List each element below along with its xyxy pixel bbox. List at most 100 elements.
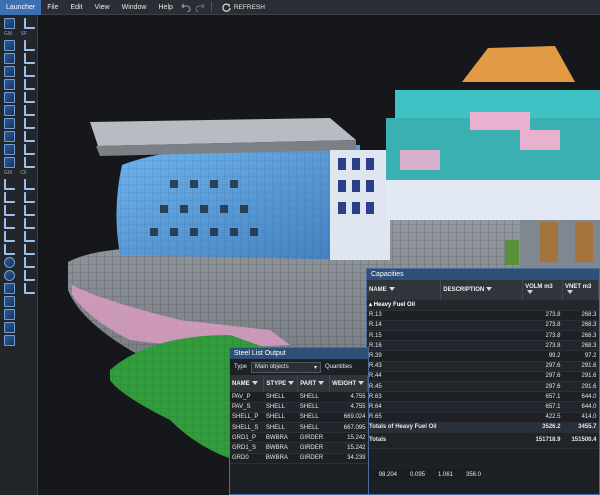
table-row[interactable]: R.39 99.2 97.2: [367, 350, 599, 362]
wave-tool-icon[interactable]: [4, 192, 15, 203]
filter-icon[interactable]: [251, 380, 258, 385]
filter-icon[interactable]: [388, 287, 395, 292]
bend-tool-icon[interactable]: [4, 218, 15, 229]
point-tool-icon[interactable]: [4, 270, 15, 281]
table-row[interactable]: R.64 657.1 644.0: [367, 401, 599, 413]
filter-icon[interactable]: [318, 380, 325, 385]
filter-icon[interactable]: [358, 380, 365, 385]
group-row[interactable]: ▴ Heavy Fuel Oil: [367, 300, 599, 311]
refresh-label: REFRESH: [233, 3, 265, 11]
arc-tool-icon[interactable]: [4, 179, 15, 190]
table-row[interactable]: R.14 273.8 268.3: [367, 320, 599, 332]
tank-tool-icon[interactable]: [4, 157, 15, 168]
angle-tool-icon[interactable]: [24, 79, 35, 90]
curve-tool-icon[interactable]: [24, 40, 35, 51]
table-row[interactable]: R.63 657.1 644.0: [367, 391, 599, 403]
redo-icon[interactable]: [193, 1, 207, 13]
col-name[interactable]: NAME: [230, 375, 265, 392]
table-row[interactable]: GRD1_S BWBRA GIRDER 15.242: [230, 442, 368, 454]
grid-tool-icon[interactable]: [4, 40, 15, 51]
menu-window[interactable]: Window: [116, 4, 153, 11]
table-row[interactable]: R.15 273.8 268.3: [367, 330, 599, 342]
refresh-button[interactable]: REFRESH: [216, 2, 271, 12]
type-select[interactable]: Main objects ▾: [251, 361, 322, 373]
table-row[interactable]: SHELL_P SHELL SHELL 669.024: [230, 412, 368, 424]
col-description[interactable]: DESCRIPTION: [440, 280, 524, 300]
bracket-tool-icon[interactable]: [24, 92, 35, 103]
menu-view[interactable]: View: [89, 4, 116, 11]
loop-tool-icon[interactable]: [24, 244, 35, 255]
plate-tool-icon[interactable]: [4, 105, 15, 116]
col-vnet[interactable]: VNET m3: [562, 280, 599, 300]
mesh-tool-icon[interactable]: [4, 66, 15, 77]
menu-help[interactable]: Help: [153, 4, 179, 11]
layers-tool-icon[interactable]: [4, 296, 15, 307]
col-volm[interactable]: VOLM m3: [522, 280, 564, 300]
plus-tool-icon[interactable]: [24, 270, 35, 281]
col-stype[interactable]: STYPE: [263, 375, 299, 392]
quantities-strip: 98.204 0.095 1.061 356.0: [369, 469, 481, 481]
table-row[interactable]: R.13 273.8 268.3: [367, 310, 599, 321]
slash-tool-icon[interactable]: [24, 53, 35, 64]
subtotal-row: Totals of Heavy Fuel Oil 3526.2 3455.7: [367, 422, 599, 433]
curve2-tool-icon[interactable]: [4, 205, 15, 216]
extend-tool-icon[interactable]: [4, 244, 15, 255]
block-tool-icon[interactable]: [4, 79, 15, 90]
join-tool-icon[interactable]: [24, 218, 35, 229]
circle-tool-icon[interactable]: [4, 257, 15, 268]
quantity-value: 0.095: [409, 472, 425, 478]
vertical-tool-icon[interactable]: [24, 144, 35, 155]
trim-tool-icon[interactable]: [24, 231, 35, 242]
stiffener-tool-icon[interactable]: [4, 131, 15, 142]
tool-palette: GM SF GM CF: [0, 15, 38, 495]
quantities-label[interactable]: Quantities: [325, 364, 352, 370]
capacities-panel: Capacities NAME DESCRIPTION VOLM m3 VNET…: [366, 268, 600, 495]
filter-icon[interactable]: [527, 290, 534, 295]
mirror-tool-icon[interactable]: [24, 257, 35, 268]
offset-tool-icon[interactable]: [24, 66, 35, 77]
table-row[interactable]: R.16 273.8 268.3: [367, 340, 599, 352]
line-tool-icon[interactable]: [24, 18, 35, 29]
face-tool-icon[interactable]: [4, 144, 15, 155]
menu-file[interactable]: File: [41, 4, 64, 11]
table-row[interactable]: R.45 297.6 291.6: [367, 381, 599, 393]
menu-edit[interactable]: Edit: [64, 4, 88, 11]
table-row[interactable]: PAV_S SHELL SHELL 4.755: [230, 402, 368, 413]
table-row[interactable]: PAV_P SHELL SHELL 4.755: [230, 392, 368, 403]
solid-tool-icon[interactable]: [4, 322, 15, 333]
filter-icon[interactable]: [486, 287, 493, 292]
table-row[interactable]: R.44 297.6 291.6: [367, 371, 599, 383]
table-row[interactable]: SHELL_S SHELL SHELL 667.095: [230, 422, 368, 434]
filter-icon[interactable]: [288, 380, 295, 385]
select-tool-icon[interactable]: [4, 18, 15, 29]
edge-tool-icon[interactable]: [24, 131, 35, 142]
render-tool-icon[interactable]: [4, 335, 15, 346]
table-row[interactable]: GRD1_P BWBRA GIRDER 15.242: [230, 432, 368, 444]
filter-icon[interactable]: [567, 290, 574, 295]
deck-tool-icon[interactable]: [4, 118, 15, 129]
table-row[interactable]: R.43 297.6 291.6: [367, 361, 599, 372]
frame-tool-icon[interactable]: [4, 92, 15, 103]
col-name[interactable]: NAME: [367, 280, 442, 300]
table-row[interactable]: R.65 422.5 414.0: [367, 412, 599, 423]
step-tool-icon[interactable]: [24, 157, 35, 168]
split-tool-icon[interactable]: [4, 231, 15, 242]
twist-tool-icon[interactable]: [24, 205, 35, 216]
profile-tool-icon[interactable]: [24, 118, 35, 129]
group-label-cf: GM CF: [4, 170, 27, 176]
col-weight[interactable]: WEIGHT: [329, 375, 368, 392]
table-row[interactable]: GRD0 BWBRA GIRDER 34.239: [230, 453, 368, 464]
col-part[interactable]: PART: [297, 375, 331, 392]
undo-icon[interactable]: [179, 1, 193, 13]
fillet-tool-icon[interactable]: [24, 192, 35, 203]
launcher-button[interactable]: Launcher: [0, 0, 42, 15]
cross-tool-icon[interactable]: [24, 283, 35, 294]
group-label-gm: GM SF: [4, 31, 27, 37]
spline-tool-icon[interactable]: [24, 179, 35, 190]
corner-tool-icon[interactable]: [24, 105, 35, 116]
steel-table: NAME STYPE PART WEIGHT PAV_P SHELL SHELL 4.…: [230, 375, 368, 464]
box-tool-icon[interactable]: [4, 283, 15, 294]
stack-tool-icon[interactable]: [4, 309, 15, 320]
steel-list-panel: Steel List Output Type Main objects ▾ Qu…: [229, 347, 369, 495]
hatch-tool-icon[interactable]: [4, 53, 15, 64]
